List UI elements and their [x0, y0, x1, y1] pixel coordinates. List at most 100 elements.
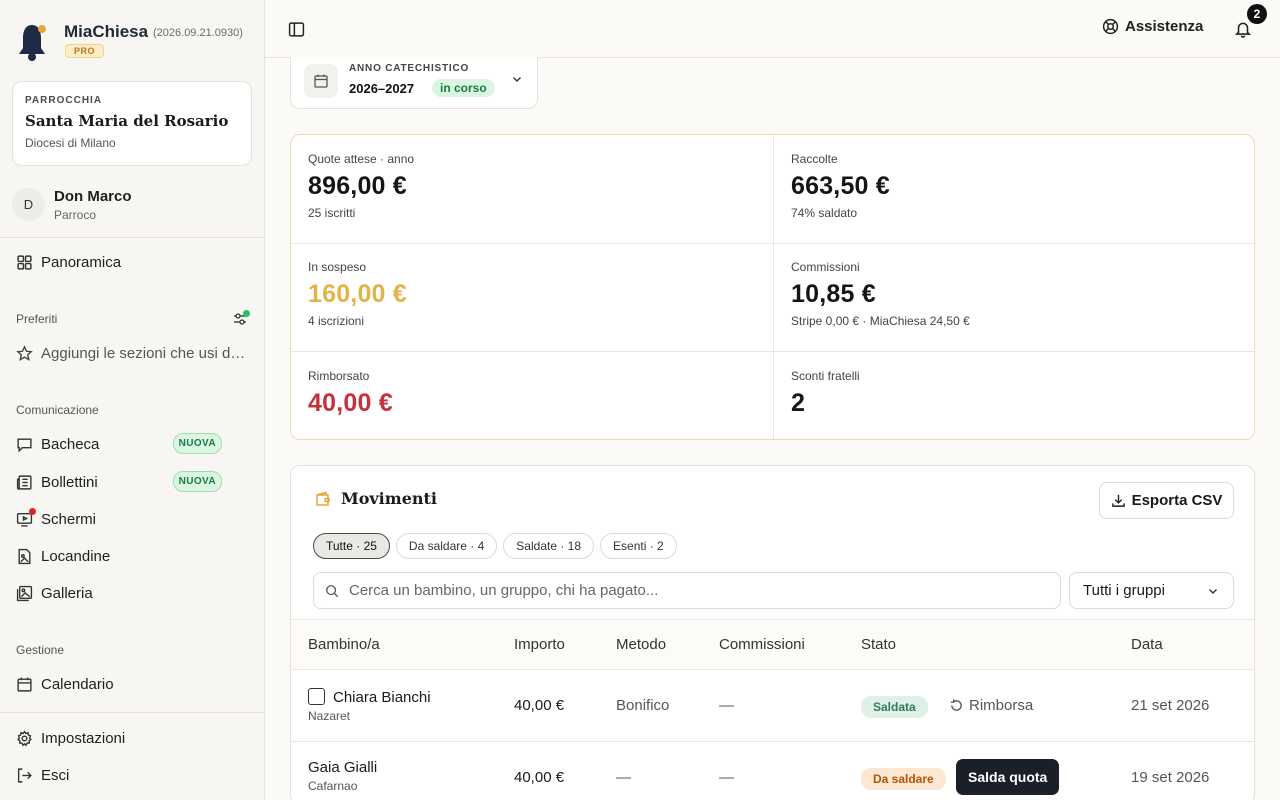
nav-logout-label: Esci: [41, 766, 70, 784]
app-name: MiaChiesa: [64, 22, 149, 41]
nav-logout[interactable]: Esci: [16, 761, 248, 789]
method-cell: —: [616, 769, 631, 786]
stat-label: Raccolte: [791, 152, 838, 166]
file-image-icon: [16, 548, 33, 565]
stat-sub: Stripe 0,00 € · MiaChiesa 24,50 €: [791, 314, 970, 328]
fees-cell: —: [719, 769, 734, 786]
year-selector[interactable]: ANNO CATECHISTICO 2026–2027 in corso: [290, 57, 538, 109]
column-header[interactable]: Importo: [514, 636, 565, 653]
date-cell: 21 set 2026: [1131, 697, 1210, 714]
export-label: Esporta CSV: [1131, 492, 1223, 509]
chevron-down-icon: [513, 77, 521, 82]
pay-fee-button[interactable]: Salda quota: [956, 759, 1060, 795]
parish-card[interactable]: PARROCCHIA Santa Maria del Rosario Dioce…: [12, 81, 252, 166]
stat-label: In sospeso: [308, 260, 367, 274]
nav-settings[interactable]: Impostazioni: [16, 724, 248, 752]
help-label: Assistenza: [1125, 18, 1204, 35]
nav-schermi-label: Schermi: [41, 510, 97, 528]
favorites-add[interactable]: Aggiungi le sezioni che usi di più: [16, 339, 248, 367]
date-cell: 19 set 2026: [1131, 769, 1210, 786]
table-header: Bambino/a Importo Metodo Commissioni Sta…: [291, 619, 1254, 670]
star-icon: [16, 344, 33, 362]
row-checkbox[interactable]: [308, 688, 325, 705]
lifebuoy-icon: [1102, 18, 1119, 35]
amount-cell: 40,00 €: [514, 697, 565, 714]
child-name: Gaia Gialli: [308, 759, 378, 776]
movements-title-text: Movimenti: [341, 489, 437, 508]
child-group: Nazaret: [308, 709, 351, 723]
nav-locandine[interactable]: Locandine: [16, 542, 248, 570]
nav-galleria[interactable]: Galleria: [16, 579, 248, 607]
plan-badge: PRO: [65, 44, 105, 58]
nav-schermi[interactable]: Schermi: [16, 505, 248, 533]
filter-paid[interactable]: Saldate · 18: [503, 533, 595, 559]
communication-section-label: Comunicazione: [16, 403, 99, 417]
divider: [0, 712, 264, 713]
nav-bollettini[interactable]: Bollettini NUOVA: [16, 468, 248, 496]
calendar-icon: [304, 64, 338, 98]
group-select[interactable]: Tutti i gruppi: [1069, 572, 1234, 609]
brand[interactable]: MiaChiesa (2026.09.21.0930) PRO: [16, 20, 256, 62]
column-header[interactable]: Bambino/a: [308, 636, 380, 653]
stat-label: Quote attese · anno: [308, 152, 415, 166]
column-header[interactable]: Metodo: [616, 636, 666, 653]
nav-calendario[interactable]: Calendario: [16, 670, 248, 698]
parish-label: PARROCCHIA: [25, 95, 103, 106]
column-header[interactable]: Data: [1131, 636, 1163, 653]
filter-all[interactable]: Tutte · 25: [313, 533, 390, 559]
dashboard-icon: [16, 254, 33, 271]
stat-sub: 74% saldato: [791, 206, 858, 220]
parish-diocese: Diocesi di Milano: [25, 136, 116, 150]
gallery-icon: [16, 585, 33, 602]
nav-settings-label: Impostazioni: [41, 729, 126, 747]
management-section-label: Gestione: [16, 643, 65, 657]
stat-label: Commissioni: [791, 260, 860, 274]
stat-value: 160,00 €: [308, 280, 407, 308]
nav-overview[interactable]: Panoramica: [16, 248, 248, 276]
filter-exempt[interactable]: Esenti · 2: [600, 533, 677, 559]
group-select-value: Tutti i gruppi: [1083, 582, 1165, 599]
nav-locandine-label: Locandine: [41, 547, 111, 565]
search-input[interactable]: Cerca un bambino, un gruppo, chi ha paga…: [313, 572, 1061, 609]
sidebar-toggle-icon[interactable]: [288, 21, 305, 38]
message-icon: [16, 436, 33, 453]
child-name: Chiara Bianchi: [333, 689, 431, 706]
screen-icon: [16, 507, 36, 528]
church-bell-icon: [19, 25, 46, 61]
table-row[interactable]: Chiara Bianchi Nazaret 40,00 € Bonifico …: [291, 670, 1254, 742]
help-button[interactable]: Assistenza: [1102, 18, 1203, 35]
status-badge: Saldata: [861, 696, 928, 718]
stat-value: 2: [791, 389, 806, 417]
app-version: (2026.09.21.0930): [153, 27, 243, 39]
nav-bacheca[interactable]: Bacheca NUOVA: [16, 430, 248, 458]
column-header[interactable]: Stato: [861, 636, 896, 653]
avatar: D: [12, 188, 45, 221]
calendar-icon: [16, 676, 33, 693]
divider: [291, 351, 1254, 352]
user-role: Parroco: [54, 208, 97, 222]
column-header[interactable]: Commissioni: [719, 636, 805, 653]
child-cell: Chiara Bianchi Nazaret: [308, 688, 431, 723]
stat-refunded: Rimborsato 40,00 €: [291, 352, 773, 439]
fees-cell: —: [719, 697, 734, 714]
refund-label: Rimborsa: [969, 697, 1034, 714]
divider: [291, 243, 1254, 244]
favorites-hint: Aggiungi le sezioni che usi di più: [41, 344, 248, 362]
new-badge: NUOVA: [172, 433, 222, 454]
export-csv-button[interactable]: Esporta CSV: [1099, 482, 1234, 519]
topbar: Assistenza 2: [265, 0, 1280, 58]
user-profile[interactable]: D Don Marco Parroco: [12, 188, 252, 228]
alert-dot: [29, 507, 36, 515]
movements-title: Movimenti: [314, 489, 437, 508]
refund-button[interactable]: Rimborsa: [949, 697, 1033, 714]
stat-value: 896,00 €: [308, 172, 407, 200]
bell-icon[interactable]: [1234, 20, 1252, 38]
stat-fees: Commissioni 10,85 € Stripe 0,00 € · MiaC…: [774, 243, 1254, 351]
nav-overview-label: Panoramica: [41, 253, 122, 271]
filter-due[interactable]: Da saldare · 4: [395, 533, 498, 559]
divider: [773, 135, 774, 439]
search-icon: [326, 584, 339, 597]
child-group: Cafarnao: [308, 779, 358, 793]
stat-label: Rimborsato: [308, 369, 370, 383]
table-row[interactable]: Gaia Gialli Cafarnao 40,00 € — — Da sald…: [291, 742, 1254, 800]
